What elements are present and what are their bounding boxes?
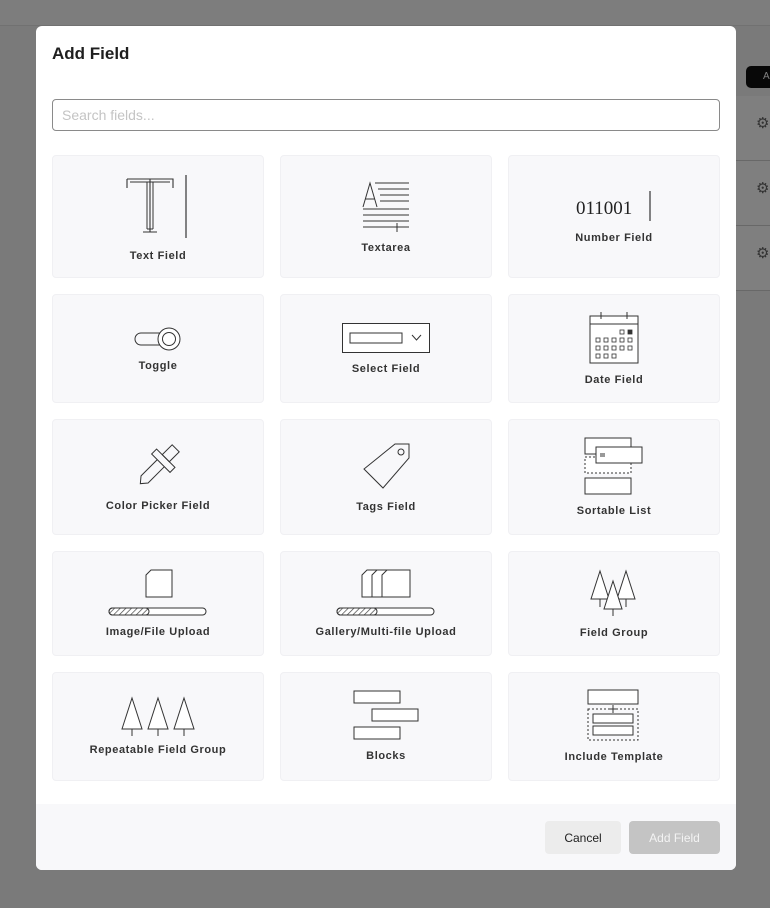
field-card-label: Select Field bbox=[351, 363, 421, 375]
select-field-icon bbox=[281, 323, 491, 353]
field-card-label: Sortable List bbox=[576, 505, 652, 517]
field-card-color-picker[interactable]: Color Picker Field bbox=[52, 419, 264, 535]
field-card-include-template[interactable]: Include Template bbox=[508, 672, 720, 781]
calendar-icon bbox=[509, 312, 719, 364]
field-card-date[interactable]: Date Field bbox=[508, 294, 720, 403]
repeatable-group-icon bbox=[53, 696, 263, 736]
field-card-blocks[interactable]: Blocks bbox=[280, 672, 492, 781]
field-card-multi-file-upload[interactable]: Gallery/Multi-file Upload bbox=[280, 551, 492, 656]
file-upload-icon bbox=[53, 569, 263, 617]
field-card-label: Text Field bbox=[129, 250, 187, 262]
field-card-text[interactable]: Text Field bbox=[52, 155, 264, 278]
add-field-modal: Add Field Text Field bbox=[36, 26, 736, 870]
field-card-repeatable-group[interactable]: Repeatable Field Group bbox=[52, 672, 264, 781]
field-card-label: Gallery/Multi-file Upload bbox=[315, 626, 457, 638]
number-field-icon-text: 011001 bbox=[576, 198, 632, 219]
text-field-icon bbox=[53, 174, 263, 240]
include-template-icon bbox=[509, 689, 719, 741]
blocks-icon bbox=[281, 690, 491, 740]
field-card-label: Tags Field bbox=[356, 501, 416, 513]
field-card-label: Repeatable Field Group bbox=[89, 744, 227, 756]
add-field-button[interactable]: Add Field bbox=[629, 821, 720, 854]
field-card-label: Date Field bbox=[584, 374, 644, 386]
multi-file-upload-icon bbox=[281, 569, 491, 617]
field-card-textarea[interactable]: Textarea bbox=[280, 155, 492, 278]
number-field-icon: 011001 bbox=[509, 190, 719, 222]
sortable-list-icon bbox=[509, 437, 719, 495]
field-card-label: Image/File Upload bbox=[105, 626, 211, 638]
field-group-icon bbox=[509, 569, 719, 617]
field-card-sortable-list[interactable]: Sortable List bbox=[508, 419, 720, 535]
search-input[interactable] bbox=[52, 99, 720, 131]
field-card-field-group[interactable]: Field Group bbox=[508, 551, 720, 656]
field-card-number[interactable]: 011001 Number Field bbox=[508, 155, 720, 278]
field-card-label: Number Field bbox=[575, 232, 653, 244]
field-card-label: Include Template bbox=[564, 751, 664, 763]
field-card-file-upload[interactable]: Image/File Upload bbox=[52, 551, 264, 656]
field-card-label: Color Picker Field bbox=[105, 500, 211, 512]
field-card-label: Field Group bbox=[579, 627, 649, 639]
modal-footer: Cancel Add Field bbox=[36, 804, 736, 870]
field-card-select[interactable]: Select Field bbox=[280, 294, 492, 403]
modal-title: Add Field bbox=[52, 44, 130, 63]
field-card-label: Blocks bbox=[366, 750, 406, 762]
toggle-icon bbox=[53, 327, 263, 351]
field-card-label: Textarea bbox=[361, 242, 411, 254]
field-card-toggle[interactable]: Toggle bbox=[52, 294, 264, 403]
eyedropper-icon bbox=[53, 443, 263, 489]
field-card-tags[interactable]: Tags Field bbox=[280, 419, 492, 535]
tag-icon bbox=[281, 442, 491, 490]
cancel-button[interactable]: Cancel bbox=[545, 821, 621, 854]
textarea-icon bbox=[281, 181, 491, 233]
field-card-label: Toggle bbox=[138, 360, 178, 372]
